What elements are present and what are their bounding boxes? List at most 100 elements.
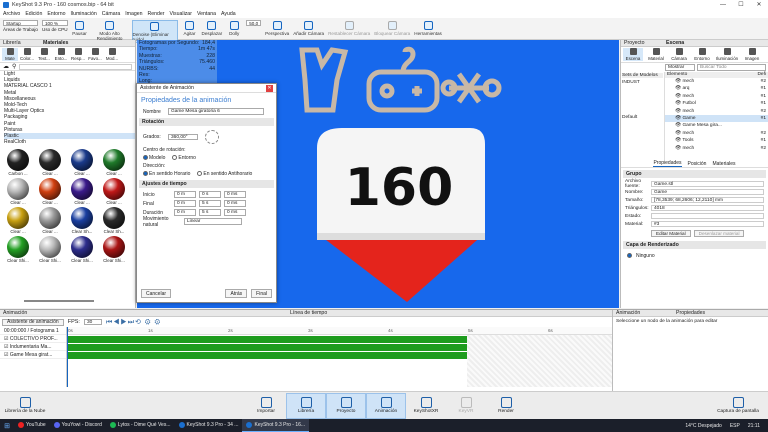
tree-item[interactable]: RealCloth bbox=[4, 139, 135, 145]
show-dropdown[interactable]: Mostrar bbox=[665, 64, 695, 71]
clock[interactable]: 21:11 bbox=[748, 423, 760, 429]
scene-tree-item[interactable]: 👁 Futbol #1 bbox=[665, 100, 768, 107]
start-sec-input[interactable]: 0 s bbox=[199, 191, 221, 198]
animation-wizard-button[interactable]: Asistente de animación bbox=[2, 318, 64, 326]
pan-button[interactable]: Desplazar bbox=[202, 20, 222, 36]
timeline-canvas[interactable]: 0s 1s 2s 3s 4s 5s 6s bbox=[66, 327, 612, 387]
maximize-button[interactable]: ☐ bbox=[732, 0, 750, 10]
degrees-input[interactable]: 360,00° bbox=[168, 133, 198, 141]
tab-environment[interactable]: Entorno bbox=[692, 48, 712, 61]
menu-archivo[interactable]: Archivo bbox=[3, 11, 20, 17]
menu-visualizar[interactable]: Visualizar bbox=[170, 11, 192, 17]
tab-colors[interactable]: Color... bbox=[19, 48, 35, 61]
cloud-library-button[interactable]: Librería de la Nube bbox=[0, 397, 50, 414]
scene-tree-item[interactable]: 👁 arq #1 bbox=[665, 85, 768, 92]
menu-entorno[interactable]: Entorno bbox=[47, 11, 65, 17]
cancel-button[interactable]: Cancelar bbox=[141, 289, 172, 298]
scene-search-input[interactable]: Buscar Todo bbox=[697, 64, 766, 71]
motion-dropdown[interactable]: Linear bbox=[184, 218, 242, 225]
start-min-input[interactable]: 0 m bbox=[174, 191, 196, 198]
lock-camera-button[interactable]: Bloquear Cámara bbox=[374, 20, 410, 36]
project-button[interactable]: Proyecto bbox=[326, 392, 366, 419]
default-set-item[interactable]: Default bbox=[622, 115, 663, 120]
duration-sec-input[interactable]: 5 s bbox=[199, 209, 221, 216]
pause-button[interactable]: Pausar bbox=[72, 20, 88, 36]
tab-favorites[interactable]: Favo... bbox=[87, 48, 103, 61]
weather-status[interactable]: 14°C Despejado bbox=[685, 423, 721, 429]
edit-material-button[interactable]: Editar Material bbox=[651, 230, 691, 237]
material-thumbnail[interactable]: Clear Sh... bbox=[100, 207, 128, 234]
material-thumbnail[interactable]: Clear ... bbox=[4, 178, 32, 205]
keyframe-bar-colectivo[interactable] bbox=[67, 336, 467, 343]
tab-models[interactable]: Mod... bbox=[104, 48, 120, 61]
library-button[interactable]: Librería bbox=[286, 392, 326, 419]
rotation-dial[interactable] bbox=[205, 130, 219, 144]
fov-field[interactable]: 50,0 bbox=[246, 20, 262, 26]
keyframe-bar-indumentaria[interactable] bbox=[67, 344, 467, 351]
material-thumbnail[interactable]: Clear Sh... bbox=[68, 207, 96, 234]
language-indicator[interactable]: ESP bbox=[730, 423, 740, 429]
tab-materials[interactable]: Materiales bbox=[712, 161, 735, 167]
taskbar-app[interactable]: KeyShot 9.3 Pro - 16... bbox=[242, 419, 310, 432]
group-section[interactable]: Grupo bbox=[623, 170, 766, 178]
menu-render[interactable]: Render bbox=[148, 11, 165, 17]
taskbar-app[interactable]: Lytos - Dime Qué Ves... bbox=[106, 419, 175, 432]
tab-image[interactable]: Imagen bbox=[742, 48, 762, 61]
workspace-dropdown[interactable]: Startup bbox=[3, 20, 38, 26]
dialog-close-button[interactable]: ✕ bbox=[266, 84, 273, 92]
close-button[interactable]: ✕ bbox=[750, 0, 768, 10]
scene-tree-item[interactable]: 👁 mech #2 bbox=[665, 78, 768, 85]
tab-position[interactable]: Posición bbox=[688, 161, 707, 167]
time-section[interactable]: Ajustes de tiempo bbox=[139, 180, 274, 188]
finish-button[interactable]: Final bbox=[251, 289, 272, 298]
keyvr-button[interactable]: KeyVR bbox=[446, 397, 486, 414]
menu-iluminacion[interactable]: Iluminación bbox=[71, 11, 97, 17]
clockwise-radio[interactable]: En sentido Horario bbox=[143, 171, 190, 177]
material-thumbnail[interactable]: Clear ... bbox=[4, 207, 32, 234]
material-thumbnail[interactable]: Clear ... bbox=[100, 149, 128, 176]
fov-input[interactable]: 50,0 bbox=[246, 20, 262, 26]
taskbar-app[interactable]: KeyShot 9.3 Pro - 34 ... bbox=[175, 419, 243, 432]
scene-tree-item[interactable]: 👁 mech #2 bbox=[665, 145, 768, 152]
playback-controls[interactable]: ⏮◀▶⏭⟲ ⚙ ⚙ bbox=[106, 318, 161, 327]
duration-ms-input[interactable]: 0 ms bbox=[224, 209, 246, 216]
dolly-button[interactable]: Dolly bbox=[226, 20, 242, 36]
high-performance-button[interactable]: Modo Alto Rendimiento bbox=[92, 20, 128, 41]
end-min-input[interactable]: 0 m bbox=[174, 200, 196, 207]
track-colectivo[interactable]: ☑ COLECTIVO PROF... bbox=[0, 335, 66, 343]
tab-scene[interactable]: Escena bbox=[623, 48, 643, 61]
material-thumbnail[interactable]: Clear ... bbox=[36, 178, 64, 205]
rotation-section[interactable]: Rotación bbox=[139, 118, 274, 126]
unlink-material-button[interactable]: Desenlazar material bbox=[693, 230, 745, 237]
material-thumbnail[interactable]: Clear Shi... bbox=[100, 236, 128, 263]
search-input[interactable] bbox=[19, 63, 132, 70]
tab-lighting[interactable]: Iluminación bbox=[715, 48, 739, 61]
track-indumentaria[interactable]: ☑ Indumentaria Ma... bbox=[0, 343, 66, 351]
menu-edicion[interactable]: Edición bbox=[25, 11, 42, 17]
end-sec-input[interactable]: 5 s bbox=[199, 200, 221, 207]
center-model-radio[interactable]: Modelo bbox=[143, 155, 165, 161]
minimize-button[interactable]: — bbox=[714, 0, 732, 10]
name-input[interactable]: Game Mesa giratoria 6 bbox=[168, 108, 264, 115]
back-button[interactable]: Atrás bbox=[225, 289, 248, 298]
tab-backplates[interactable]: Resp... bbox=[70, 48, 86, 61]
material-thumbnail[interactable]: Clear ... bbox=[36, 207, 64, 234]
scene-tree-item[interactable]: 👁 Game #1 bbox=[665, 114, 768, 123]
search-icon[interactable]: ⚲ bbox=[12, 63, 16, 70]
cpu-selector[interactable]: 100 % Uso de CPU bbox=[42, 20, 68, 32]
start-button[interactable]: ⊞ bbox=[0, 422, 14, 430]
scene-tree-item[interactable]: 👁 mech #2 bbox=[665, 108, 768, 115]
cpu-dropdown[interactable]: 100 % bbox=[42, 20, 68, 26]
menu-ayuda[interactable]: Ayuda bbox=[221, 11, 236, 17]
timeline-ruler[interactable]: 0s 1s 2s 3s 4s 5s 6s bbox=[67, 327, 612, 335]
scene-tree-item[interactable]: 👁 Game Mesa gira... bbox=[665, 122, 768, 129]
workspace-selector[interactable]: Startup Áreas de Trabajo bbox=[3, 20, 38, 32]
material-thumbnail[interactable]: Clear ... bbox=[36, 149, 64, 176]
scene-tree-item[interactable]: 👁 Tools #1 bbox=[665, 137, 768, 144]
taskbar-app[interactable]: YouYowi - Discord bbox=[50, 419, 106, 432]
tab-materials[interactable]: Mate bbox=[2, 48, 18, 61]
counterclockwise-radio[interactable]: En sentido Antihorario bbox=[197, 171, 252, 177]
cloud-icon[interactable]: ☁ bbox=[3, 63, 9, 70]
material-thumbnail[interactable]: Carbon ... bbox=[4, 149, 32, 176]
tab-properties[interactable]: Propiedades bbox=[653, 160, 682, 167]
